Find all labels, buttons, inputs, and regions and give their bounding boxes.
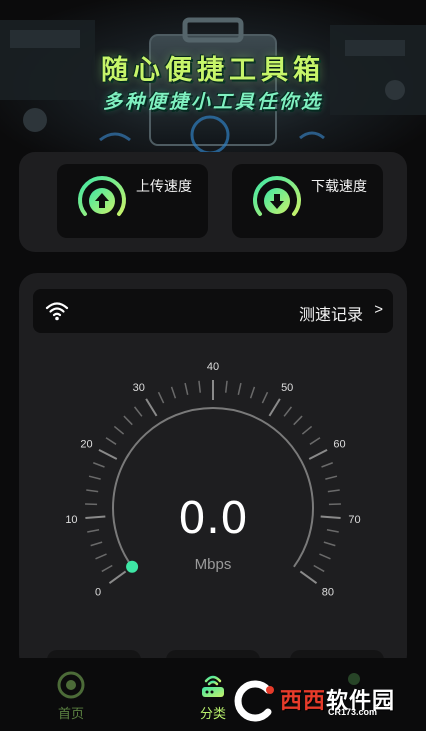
gauge-minor-tick (283, 406, 293, 417)
upload-speed-button[interactable]: 上传速度 (57, 164, 208, 238)
gauge-minor-tick (88, 475, 101, 480)
gauge-minor-tick (105, 437, 117, 445)
gauge-minor-tick (157, 391, 165, 404)
watermark-c-icon (234, 680, 274, 722)
speed-test-panel: 测速记录 > 0 10 20 30 40 50 60 70 80 0.0 Mbps (19, 273, 407, 680)
gauge-major-tick (308, 448, 328, 460)
wifi-icon (45, 302, 69, 321)
gauge-minor-tick (113, 425, 125, 435)
banner-title: 随心便捷工具箱 (101, 55, 325, 86)
home-target-icon (57, 671, 85, 699)
upload-speed-label: 上传速度 (136, 178, 192, 194)
download-speed-button[interactable]: 下载速度 (232, 164, 383, 238)
gauge-minor-tick (261, 391, 269, 404)
gauge-minor-tick (224, 380, 228, 393)
speedometer-gauge: 01020304050607080 (65, 361, 360, 598)
gauge-minor-tick (325, 475, 338, 480)
speed-panel: 上传速度 下载速度 (19, 152, 407, 252)
gauge-minor-tick (293, 415, 303, 426)
chevron-right-icon: > (374, 301, 383, 318)
gauge-major-tick (108, 570, 127, 585)
speed-record-bar[interactable]: 测速记录 > (33, 289, 393, 333)
gauge-minor-tick (301, 425, 313, 435)
nav-item-home[interactable]: 首页 (31, 670, 111, 722)
nav-label-home: 首页 (57, 706, 84, 721)
gauge-minor-tick (86, 489, 99, 493)
gauge-major-tick (145, 398, 158, 417)
gauge-scale-label: 80 (322, 586, 334, 598)
gauge-scale-label: 40 (207, 361, 219, 373)
speed-value: 0.0 (178, 493, 248, 544)
download-speed-label: 下载速度 (311, 178, 367, 194)
gauge-scale-label: 0 (95, 586, 101, 598)
gauge-scale-label: 60 (333, 439, 345, 451)
gauge-minor-tick (249, 386, 256, 399)
upload-gauge-icon (78, 176, 126, 224)
gauge-minor-tick (321, 462, 334, 468)
gauge-minor-tick (184, 382, 189, 395)
gauge-minor-tick (92, 462, 105, 468)
watermark-brand-part1: 西西 (280, 688, 327, 713)
gauge-minor-tick (237, 382, 242, 395)
watermark-url: CR173.com (328, 707, 378, 717)
gauge-major-tick (268, 398, 281, 417)
gauge-minor-tick (327, 489, 340, 493)
gauge-scale-label: 50 (281, 382, 293, 394)
watermark-logo: 西西软件园 CR173.com (228, 680, 410, 722)
speed-record-link[interactable]: 测速记录 (299, 301, 363, 325)
gauge-minor-tick (133, 406, 143, 417)
gauge-minor-tick (170, 386, 177, 399)
hero-banner: 随心便捷工具箱 多种便捷小工具任你选 (0, 0, 426, 158)
gauge-minor-tick (123, 415, 133, 426)
download-gauge-icon (253, 176, 301, 224)
gauge-minor-tick (198, 380, 202, 393)
gauge-scale-label: 20 (80, 439, 92, 451)
speed-unit: Mbps (194, 556, 232, 573)
gauge-minor-tick (309, 437, 321, 445)
gauge-scale-label: 30 (133, 382, 145, 394)
gauge-major-tick (98, 448, 118, 460)
banner-subtitle: 多种便捷小工具任你选 (102, 91, 323, 113)
router-icon (202, 675, 224, 697)
gauge-major-tick (299, 570, 318, 585)
